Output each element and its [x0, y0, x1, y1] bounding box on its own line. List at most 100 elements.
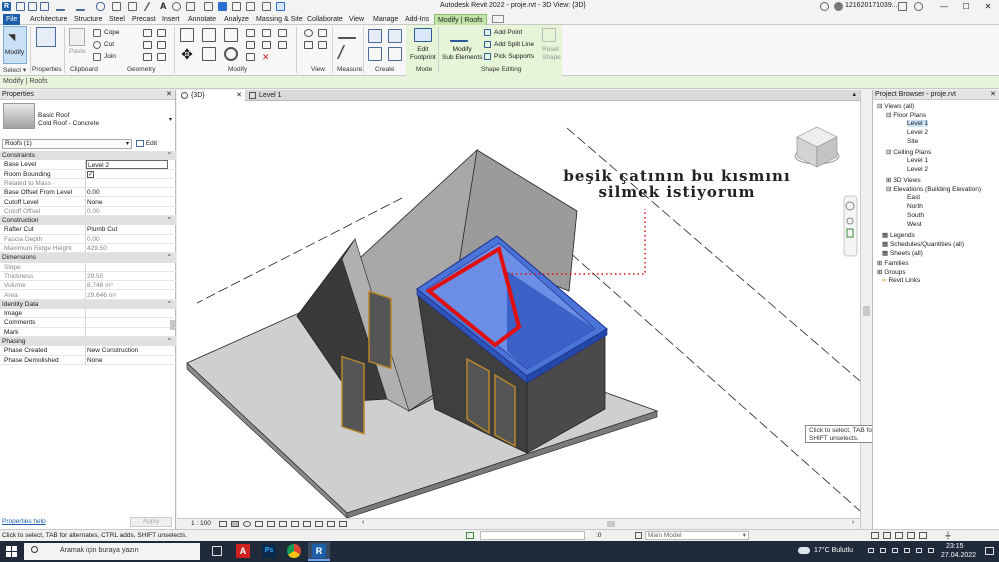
scale-icon[interactable] [262, 41, 271, 49]
user-avatar-icon[interactable] [834, 2, 843, 11]
project-browser-close-icon[interactable]: ✕ [990, 90, 996, 100]
cope-icon[interactable] [93, 29, 101, 37]
drag-elements-icon[interactable] [919, 532, 927, 539]
tree-groups[interactable]: ⊞ Groups [877, 268, 906, 276]
group-identity-data[interactable]: Identity Data ⌃ [0, 299, 176, 310]
cope-button[interactable]: Cope [104, 29, 120, 36]
prop-base-offset[interactable]: Base Offset From Level 0.00 [0, 188, 176, 198]
hide-icon[interactable] [304, 29, 313, 37]
properties-icon[interactable] [36, 27, 56, 47]
temporary-hide-icon[interactable] [315, 521, 323, 527]
modify-sub-elements-button[interactable]: Modify Sub Elements [442, 46, 482, 62]
type-selector-dropdown-icon[interactable]: ▾ [169, 116, 172, 123]
tab-analyze[interactable]: Analyze [221, 14, 252, 25]
cloud-weather-icon[interactable] [798, 547, 810, 554]
geometry-tool-4-icon[interactable] [157, 41, 166, 49]
group-phasing[interactable]: Phasing ⌃ [0, 337, 176, 347]
edit-type-button[interactable]: Edit Type [136, 138, 172, 158]
edit-footprint-icon[interactable] [414, 28, 432, 42]
split-icon[interactable] [246, 29, 255, 37]
tab-modify-roofs[interactable]: Modify | Roofs [434, 14, 487, 25]
reset-shape-button[interactable]: Reset Shape [542, 46, 561, 62]
filter-icon[interactable]: ⏚ [944, 530, 952, 541]
tray-icon-3[interactable] [892, 548, 898, 553]
analytical-model-icon[interactable] [339, 521, 347, 527]
geometry-tool-1-icon[interactable] [143, 29, 152, 37]
array-icon[interactable] [246, 41, 255, 49]
add-point-icon[interactable] [484, 29, 491, 36]
reveal-hidden-icon[interactable] [327, 521, 335, 527]
select-by-face-icon[interactable] [907, 532, 915, 539]
prop-cutoff-level[interactable]: Cutoff Level None [0, 197, 176, 207]
close-button[interactable]: ✕ [977, 0, 999, 13]
language-icon[interactable] [928, 548, 934, 553]
tree-floor-level-1[interactable]: Level 1 [907, 120, 928, 127]
prop-room-bounding[interactable]: Room Bounding ✓ [0, 169, 176, 179]
instance-filter-select[interactable]: Roofs (1) ▾ [2, 139, 132, 149]
visual-style-icon[interactable] [231, 521, 239, 527]
prop-rafter-cut[interactable]: Rafter Cut Plumb Cut [0, 225, 176, 235]
tree-schedules[interactable]: ▦ Schedules/Quantities (all) [882, 240, 964, 248]
tray-icon-2[interactable] [880, 548, 886, 553]
section-icon[interactable] [186, 2, 195, 11]
offset-icon[interactable] [202, 28, 216, 42]
maximize-button[interactable]: ☐ [955, 0, 977, 13]
sun-path-icon[interactable] [243, 521, 251, 527]
tab-precast[interactable]: Precast [129, 14, 159, 25]
taskbar-search-box[interactable]: Aramak için buraya yazın [24, 543, 200, 560]
prop-mark[interactable]: Mark [0, 327, 176, 337]
apply-button[interactable]: Apply [130, 517, 172, 527]
split-gap-icon[interactable] [278, 41, 287, 49]
tree-west[interactable]: West [907, 221, 922, 228]
unpin-icon[interactable] [278, 29, 287, 37]
design-options-icon[interactable] [635, 532, 642, 539]
switch-windows-icon[interactable] [218, 2, 227, 11]
cut-icon[interactable] [93, 41, 101, 49]
show-crop-icon[interactable] [291, 521, 299, 527]
add-point-button[interactable]: Add Point [494, 29, 522, 36]
create-assembly-icon[interactable] [368, 29, 382, 43]
tab-manage[interactable]: Manage [370, 14, 401, 25]
properties-help-link[interactable]: Properties help [2, 518, 46, 525]
tree-sheets[interactable]: ▦ Sheets (all) [882, 249, 923, 257]
tree-ceiling-level-2[interactable]: Level 2 [907, 166, 928, 173]
view-tab-close-icon[interactable]: ✕ [236, 90, 242, 101]
pick-supports-icon[interactable] [484, 53, 491, 60]
geometry-tool-6-icon[interactable] [157, 53, 166, 61]
measure-tool-icon[interactable] [338, 29, 356, 39]
tree-views-all[interactable]: ⊟ Views (all) [877, 102, 914, 110]
tab-add-ins[interactable]: Add-Ins [402, 14, 432, 25]
modify-button[interactable]: Modify [3, 26, 27, 64]
revit-taskbar-item[interactable]: R [308, 542, 330, 561]
detail-level-icon[interactable] [219, 521, 227, 527]
thin-lines-icon[interactable] [232, 2, 241, 11]
weather-text[interactable]: 17°C Bulutlu [814, 547, 853, 554]
dimension-icon[interactable] [128, 2, 137, 11]
pick-supports-button[interactable]: Pick Supports [494, 53, 534, 60]
geometry-tool-3-icon[interactable] [143, 41, 152, 49]
tree-elevations[interactable]: ⊟ Elevations (Building Elevation) [886, 185, 981, 193]
tab-file[interactable]: File [3, 14, 21, 25]
properties-scrollbar[interactable] [170, 320, 175, 330]
save-icon[interactable] [28, 2, 37, 11]
rotate-icon[interactable] [224, 47, 238, 61]
viewport-v-scroll-thumb[interactable] [863, 306, 870, 316]
geometry-tool-2-icon[interactable] [157, 29, 166, 37]
mirror-icon[interactable] [224, 28, 238, 42]
paste-button[interactable]: Paste [69, 48, 86, 55]
override-icon[interactable] [318, 29, 327, 37]
cart-icon[interactable] [898, 2, 907, 11]
tile-icon[interactable] [246, 2, 255, 11]
view-cube[interactable] [794, 126, 840, 168]
tree-ceiling-plans[interactable]: ⊟ Ceiling Plans [886, 148, 931, 156]
viewport-vertical-scrollbar[interactable] [860, 90, 872, 529]
tab-architecture[interactable]: Architecture [27, 14, 70, 25]
geometry-tool-5-icon[interactable] [143, 53, 152, 61]
open-icon[interactable] [16, 2, 25, 11]
tree-3d-views[interactable]: ⊞ 3D Views [886, 176, 921, 184]
properties-close-icon[interactable]: ✕ [166, 90, 172, 100]
linework-icon[interactable] [304, 41, 313, 49]
create-group-icon[interactable] [368, 47, 382, 61]
tab-structure[interactable]: Structure [71, 14, 105, 25]
tray-icon-1[interactable] [868, 548, 874, 553]
